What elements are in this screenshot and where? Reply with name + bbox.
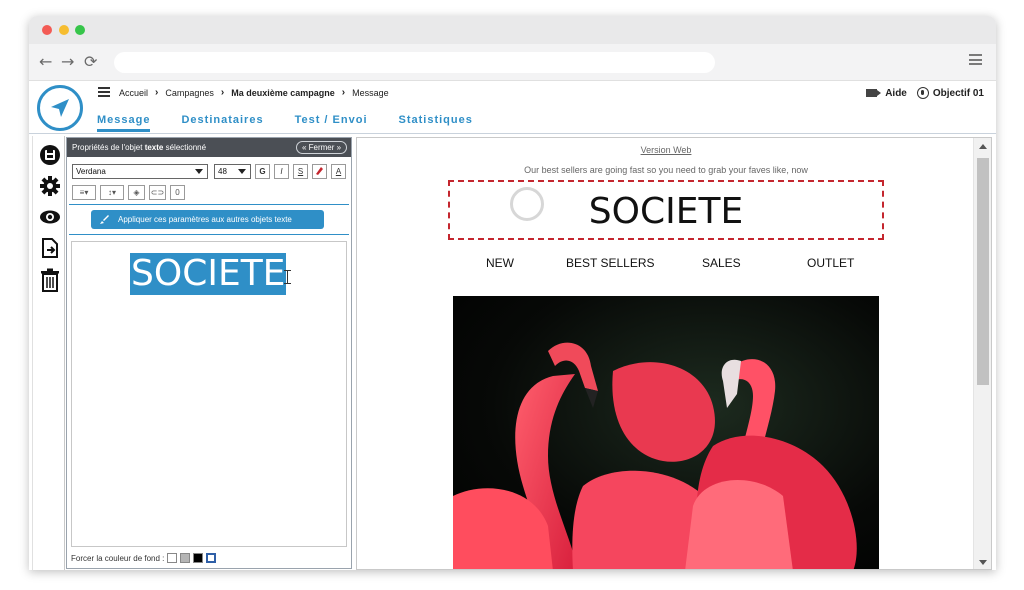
- tab-destinataires[interactable]: Destinataires: [181, 114, 263, 132]
- version-web-link[interactable]: Version Web: [357, 145, 975, 155]
- browser-toolbar: ← → ⟳: [29, 44, 996, 81]
- breadcrumb-message: Message: [352, 87, 389, 98]
- nav-outlet[interactable]: OUTLET: [807, 256, 854, 270]
- nav-best-sellers[interactable]: BEST SELLERS: [566, 256, 655, 270]
- preheader-text: Our best sellers are going fast so you n…: [524, 165, 808, 175]
- scroll-down-icon[interactable]: [979, 560, 987, 565]
- strike-button[interactable]: S: [293, 164, 308, 179]
- eye-icon[interactable]: [39, 206, 61, 228]
- text-color-button[interactable]: A: [331, 164, 346, 179]
- selected-text-block[interactable]: SOCIETE: [448, 180, 884, 240]
- user-account-link[interactable]: Objectif 01: [933, 88, 984, 99]
- font-size-value: 48: [218, 167, 227, 176]
- email-preview: Version Web Our best sellers are going f…: [356, 137, 992, 570]
- close-panel-button[interactable]: « Fermer »: [296, 141, 347, 154]
- navigation-arrow-icon: [51, 99, 69, 117]
- background-color-label: Forcer la couleur de fond :: [71, 553, 165, 563]
- chevron-right-icon: ›: [341, 87, 346, 98]
- selected-text[interactable]: SOCIETE: [130, 253, 287, 295]
- paint-bucket-icon[interactable]: ◈: [128, 185, 145, 200]
- app-logo[interactable]: [37, 85, 83, 131]
- swatch-white[interactable]: [167, 553, 178, 563]
- background-color-row: Forcer la couleur de fond :: [71, 553, 217, 563]
- indent-value[interactable]: 0: [170, 185, 185, 200]
- forward-arrow-icon[interactable]: →: [61, 53, 74, 71]
- nav-new[interactable]: NEW: [486, 256, 514, 270]
- gear-icon[interactable]: [39, 175, 61, 197]
- flamingo-illustration: [453, 342, 857, 569]
- back-arrow-icon[interactable]: ←: [39, 53, 52, 71]
- line-height-icon[interactable]: ↕▾: [100, 185, 124, 200]
- tab-statistiques[interactable]: Statistiques: [399, 114, 473, 132]
- font-family-value: Verdana: [76, 167, 106, 176]
- panel-title-prefix: Propriétés de l'objet: [72, 143, 145, 152]
- swatch-none[interactable]: [206, 553, 217, 563]
- dropdown-arrow-icon: [195, 169, 203, 174]
- app-container: Accueil › Campagnes › Ma deuxième campag…: [29, 81, 996, 570]
- trash-icon[interactable]: [39, 268, 61, 292]
- font-size-select[interactable]: 48: [214, 164, 251, 179]
- panel-header: Propriétés de l'objet texte sélectionné …: [67, 138, 351, 157]
- help-link[interactable]: Aide: [885, 88, 907, 99]
- tool-rail: [32, 136, 65, 570]
- format-toolbar: Verdana 48 G I S A: [72, 164, 346, 179]
- apply-label: Appliquer ces paramètres aux autres obje…: [118, 215, 292, 224]
- nav-sales[interactable]: SALES: [702, 256, 741, 270]
- tab-message[interactable]: Message: [97, 114, 151, 132]
- app-header: Accueil › Campagnes › Ma deuxième campag…: [29, 81, 996, 134]
- breadcrumb: Accueil › Campagnes › Ma deuxième campag…: [119, 87, 389, 98]
- browser-window: ← → ⟳ Accueil › Campagnes › Ma deuxième …: [29, 16, 996, 570]
- scrollbar-thumb[interactable]: [977, 158, 989, 385]
- panel-divider: [69, 234, 349, 235]
- text-editor[interactable]: SOCIETE: [71, 241, 347, 547]
- breadcrumb-campagnes[interactable]: Campagnes: [165, 88, 214, 98]
- paragraph-toolbar: ≡▾ ↕▾ ◈ ⊂⊃ 0: [72, 185, 189, 200]
- swatch-gray[interactable]: [180, 553, 191, 563]
- save-icon[interactable]: [39, 144, 61, 166]
- breadcrumb-accueil[interactable]: Accueil: [119, 88, 148, 98]
- hamburger-menu-icon[interactable]: [98, 87, 110, 97]
- address-bar[interactable]: [114, 52, 715, 73]
- link-icon[interactable]: ⊂⊃: [149, 185, 166, 200]
- title-bar: [29, 16, 996, 44]
- company-name[interactable]: SOCIETE: [450, 192, 882, 232]
- main-tabs: Message Destinataires Test / Envoi Stati…: [97, 114, 504, 132]
- apply-to-all-button[interactable]: Appliquer ces paramètres aux autres obje…: [91, 210, 324, 229]
- browser-menu-icon[interactable]: [969, 54, 982, 65]
- marker-icon: [316, 167, 323, 175]
- maximize-window-button[interactable]: [75, 25, 85, 35]
- dropdown-arrow-icon: [238, 169, 246, 174]
- panel-title-suffix: sélectionné: [163, 143, 207, 152]
- italic-button[interactable]: I: [274, 164, 289, 179]
- reload-icon[interactable]: ⟳: [84, 53, 97, 71]
- highlight-color-button[interactable]: [312, 164, 327, 179]
- video-camera-icon: [866, 89, 882, 97]
- chevron-right-icon: ›: [155, 87, 159, 98]
- preview-scrollbar[interactable]: [973, 138, 991, 569]
- bold-button[interactable]: G: [255, 164, 270, 179]
- user-icon: [916, 87, 929, 99]
- font-family-select[interactable]: Verdana: [72, 164, 208, 179]
- panel-divider: [69, 204, 349, 205]
- tab-test-envoi[interactable]: Test / Envoi: [295, 114, 368, 132]
- brush-icon: [100, 215, 109, 224]
- minimize-window-button[interactable]: [59, 25, 69, 35]
- swatch-black[interactable]: [193, 553, 204, 563]
- scroll-up-icon[interactable]: [979, 144, 987, 149]
- text-cursor-icon: [284, 270, 293, 284]
- close-window-button[interactable]: [42, 25, 52, 35]
- breadcrumb-campaign[interactable]: Ma deuxième campagne: [231, 88, 335, 98]
- header-actions: Aide Objectif 01: [866, 87, 984, 99]
- panel-title-strong: texte: [144, 143, 164, 152]
- align-icon[interactable]: ≡▾: [72, 185, 96, 200]
- flamingo-image[interactable]: [453, 296, 879, 569]
- export-icon[interactable]: [39, 237, 61, 259]
- text-properties-panel: Propriétés de l'objet texte sélectionné …: [66, 137, 352, 569]
- chevron-right-icon: ›: [220, 87, 225, 98]
